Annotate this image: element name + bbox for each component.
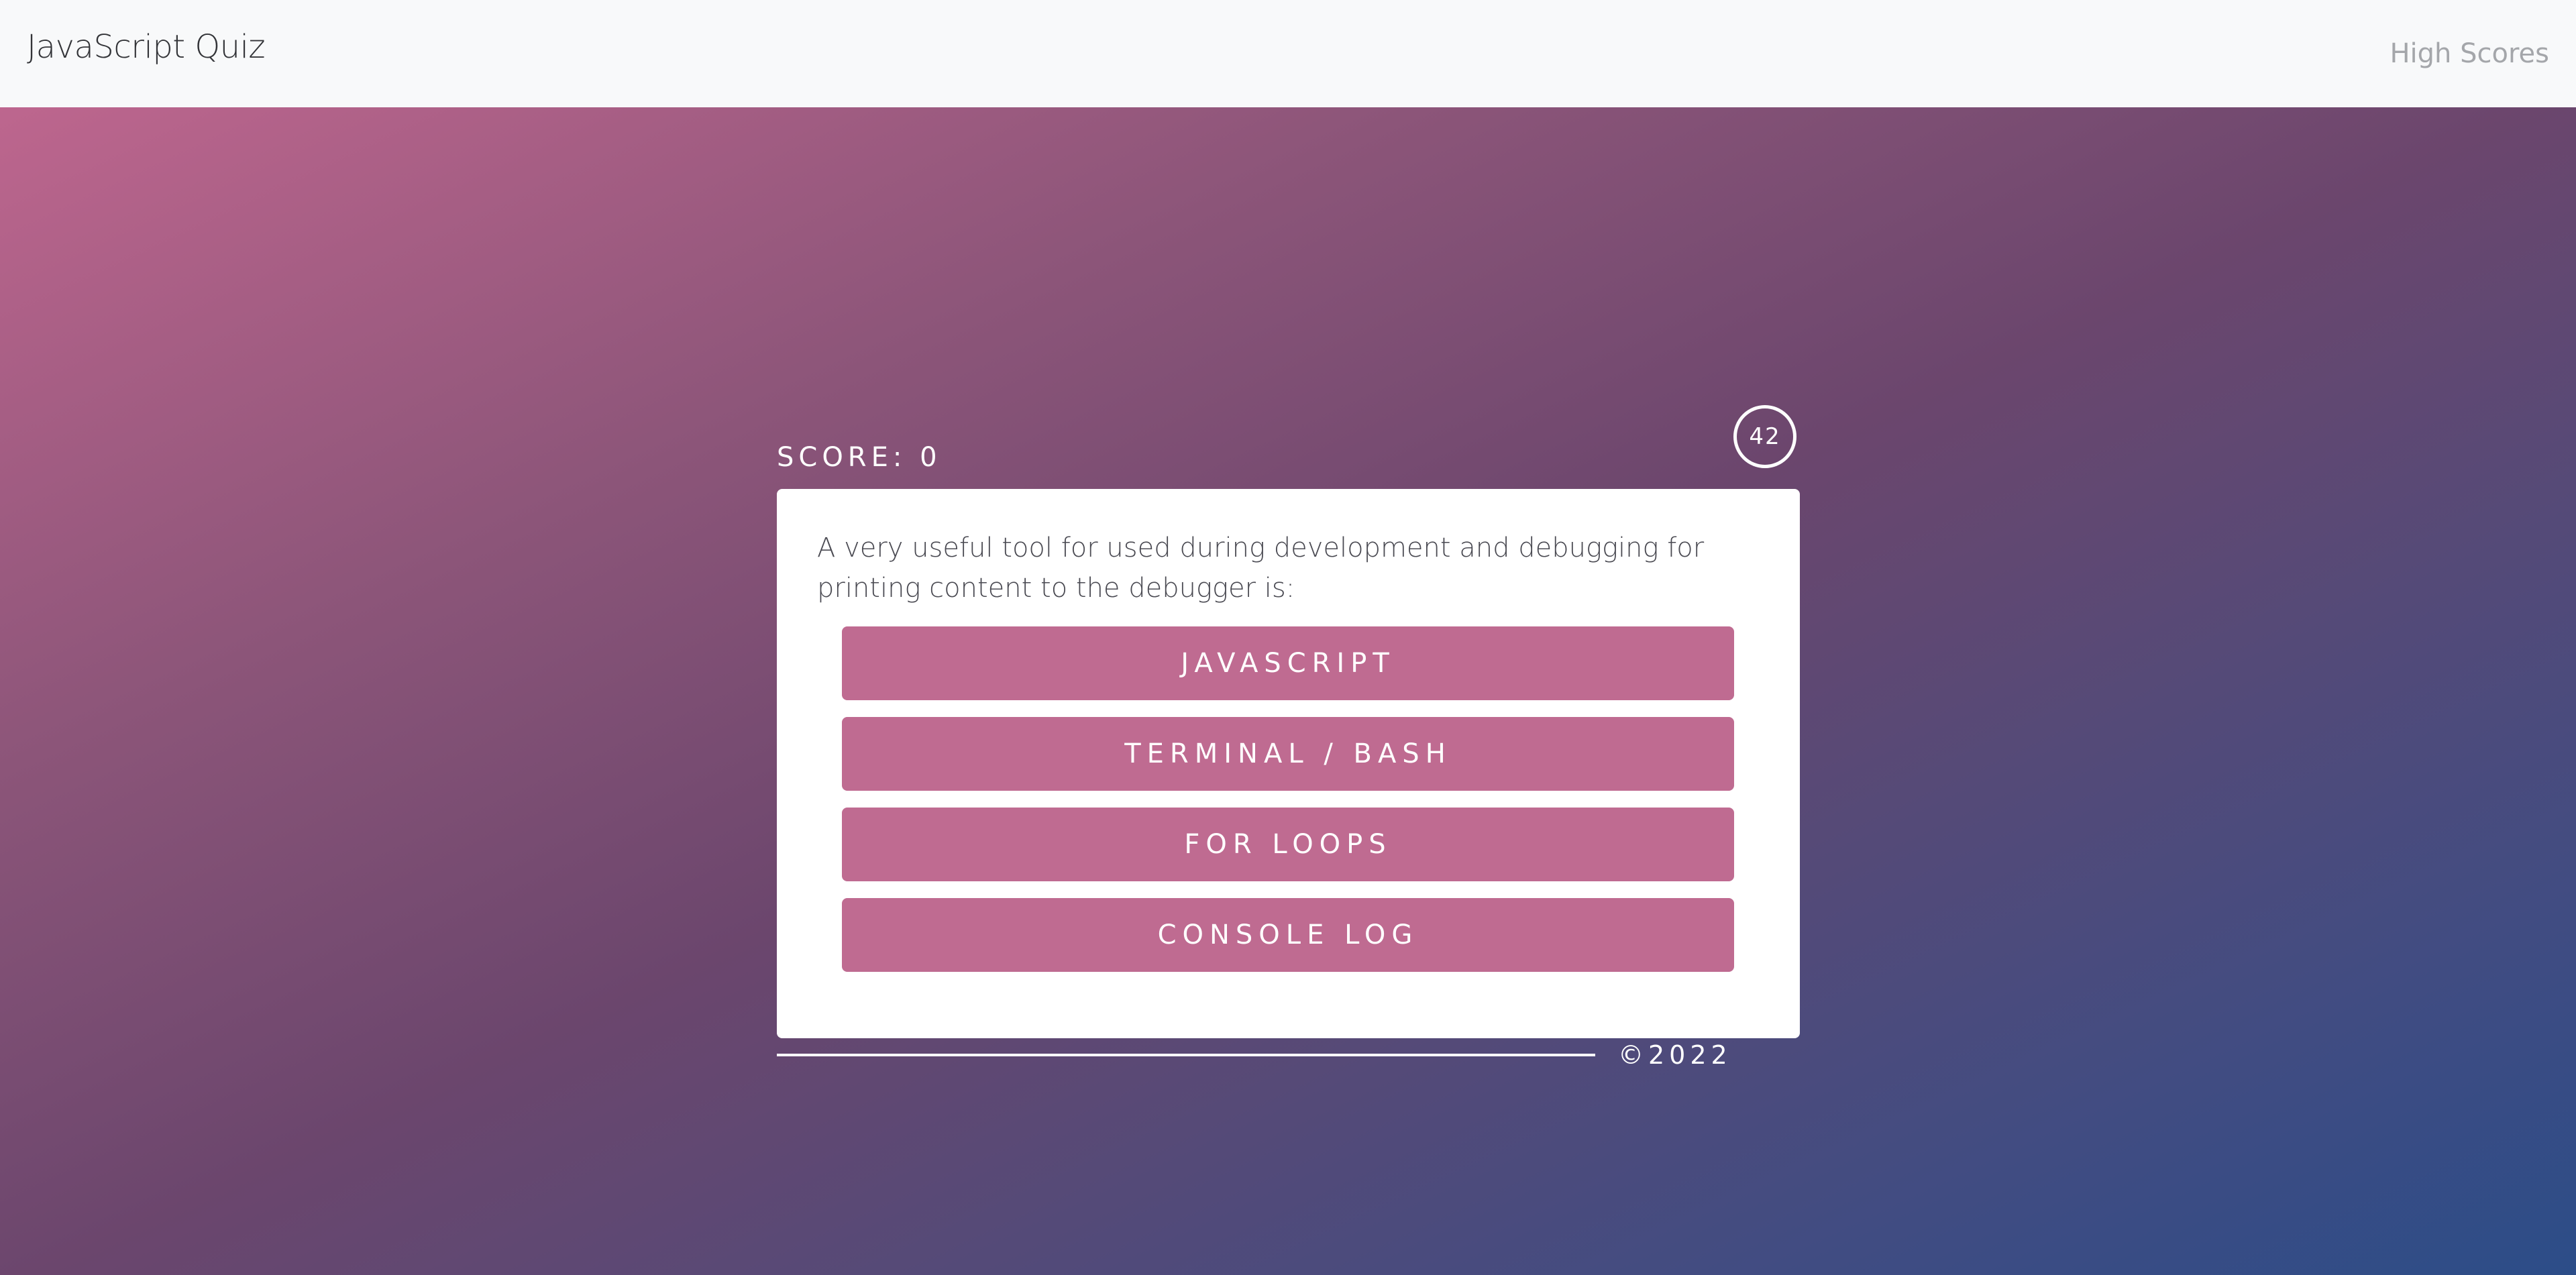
brand-title[interactable]: JavaScript Quiz bbox=[27, 27, 266, 67]
footer-divider bbox=[777, 1054, 1595, 1056]
timer-badge: 42 bbox=[1733, 405, 1796, 468]
answer-button-terminal-bash[interactable]: TERMINAL / BASH bbox=[842, 717, 1734, 791]
high-scores-link[interactable]: High Scores bbox=[2390, 35, 2549, 72]
score-display: SCORE: 0 bbox=[777, 442, 942, 473]
timer-value: 42 bbox=[1749, 423, 1781, 450]
answer-button-javascript[interactable]: JAVASCRIPT bbox=[842, 626, 1734, 700]
navbar: JavaScript Quiz High Scores bbox=[0, 0, 2576, 107]
answer-button-console-log[interactable]: CONSOLE LOG bbox=[842, 898, 1734, 972]
question-text: A very useful tool for used during devel… bbox=[817, 533, 1705, 604]
answer-button-for-loops[interactable]: FOR LOOPS bbox=[842, 808, 1734, 881]
footer-copyright: ©2022 bbox=[1618, 1040, 1732, 1070]
question-card: A very useful tool for used during devel… bbox=[777, 489, 1800, 1038]
